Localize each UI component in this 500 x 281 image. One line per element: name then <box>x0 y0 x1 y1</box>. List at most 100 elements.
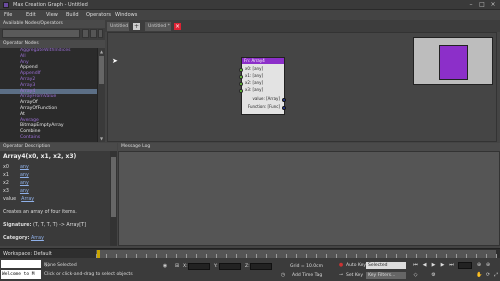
minimize-icon[interactable]: – <box>466 1 476 9</box>
maximize-viewport-icon[interactable]: ⤢ <box>493 272 499 278</box>
operator-list-item[interactable]: Contains <box>0 135 97 141</box>
minimap-viewport[interactable] <box>439 45 468 80</box>
time-slider[interactable] <box>97 250 100 258</box>
param-type-link[interactable]: any <box>20 181 29 186</box>
output-port-icon[interactable] <box>282 105 286 110</box>
prompt-line: Click or click-and-drag to select object… <box>44 272 133 277</box>
time-tag-icon[interactable]: ◷ <box>280 272 286 278</box>
graph-canvas[interactable]: ➤ Fn: Array4 x0: [any] x1: [any] x2: [an… <box>107 32 497 142</box>
param-name: x0 <box>3 165 9 170</box>
graph-minimap[interactable] <box>413 37 493 85</box>
isolate-icon[interactable]: ◉ <box>162 263 168 269</box>
param-type-link[interactable]: any <box>20 173 29 178</box>
signature-value: (T, T, T, T) -> Array[T] <box>32 223 86 228</box>
input-port-icon[interactable] <box>239 88 243 93</box>
nodes-panel-header: Available Nodes/Operators <box>0 20 105 28</box>
node-input-x2[interactable]: x2: [any] <box>239 80 284 86</box>
param-type-link[interactable]: any <box>20 165 29 170</box>
pan-icon[interactable]: ✋ <box>476 272 482 278</box>
next-frame-icon[interactable]: ▶ <box>439 262 446 269</box>
maximize-icon[interactable]: □ <box>477 1 487 9</box>
menu-windows[interactable]: Windows <box>115 12 137 18</box>
menu-view[interactable]: View <box>46 12 58 18</box>
menu-edit[interactable]: Edit <box>26 12 36 18</box>
description-summary: Creates an array of four items. <box>3 210 77 215</box>
zoom-icon[interactable]: ⊕ <box>476 262 482 268</box>
menu-file[interactable]: File <box>4 12 12 18</box>
key-mode-select[interactable]: Selected <box>366 262 406 269</box>
operator-list: AggregateWithIndices All Any Append AppendIf… <box>0 48 97 142</box>
tab-untitled[interactable]: Untitled <box>107 22 129 31</box>
output-label: value: [Array] <box>252 96 280 101</box>
input-port-icon[interactable] <box>239 74 243 79</box>
description-header: Operator Description <box>0 143 117 151</box>
close-tab-icon[interactable]: × <box>174 23 181 30</box>
scroll-up-icon[interactable]: ▲ <box>99 49 104 54</box>
go-to-start-icon[interactable]: ⏮ <box>412 262 419 269</box>
message-log-panel: Message Log <box>118 143 500 246</box>
node-input-x1[interactable]: x1: [any] <box>239 73 284 79</box>
workspace-selector[interactable]: Workspace: Default <box>3 251 52 257</box>
key-filters-button[interactable]: Key Filters... <box>366 272 406 279</box>
description-signature-line: Signature: (T, T, T, T) -> Array[T] <box>3 223 107 231</box>
param-type-link[interactable]: Array <box>21 197 34 202</box>
node-input-x0[interactable]: x0: [any] <box>239 66 284 72</box>
orbit-icon[interactable]: ⟳ <box>485 272 491 278</box>
z-coordinate-field[interactable] <box>250 263 272 270</box>
app-icon <box>3 2 9 8</box>
play-icon[interactable]: ▶ <box>430 262 437 269</box>
array4-node[interactable]: Fn: Array4 x0: [any] x1: [any] x2: [any]… <box>239 57 286 115</box>
set-key-button[interactable]: Set Key <box>346 273 363 278</box>
maxscript-listener-output[interactable] <box>1 260 41 268</box>
window-title: Max Creation Graph - Untitled <box>13 2 88 8</box>
y-coordinate-field[interactable] <box>219 263 241 270</box>
message-log-body[interactable] <box>118 151 500 246</box>
go-to-end-icon[interactable]: ⏭ <box>448 262 455 269</box>
key-mode-toggle-icon[interactable]: ◇ <box>412 272 419 279</box>
timeline-track[interactable] <box>96 250 497 258</box>
input-port-icon[interactable] <box>239 67 243 72</box>
grid-status: Grid = 10.0cm <box>290 264 323 269</box>
close-icon[interactable]: × <box>488 1 498 9</box>
menu-operators[interactable]: Operators <box>86 12 111 18</box>
message-log-header: Message Log <box>118 143 500 151</box>
scroll-thumb[interactable] <box>99 56 104 84</box>
options-icon[interactable] <box>98 29 103 38</box>
category-link[interactable]: Array <box>31 236 44 241</box>
new-tab-icon[interactable]: + <box>133 23 140 30</box>
set-key-icon[interactable]: ⊸ <box>338 272 344 278</box>
expand-icon[interactable] <box>82 29 89 38</box>
node-input-x3[interactable]: x3: [any] <box>239 87 284 93</box>
input-port-icon[interactable] <box>239 81 243 86</box>
previous-frame-icon[interactable]: ◀ <box>421 262 428 269</box>
tab-untitled-modified[interactable]: Untitled * <box>145 22 171 31</box>
maxscript-mini-listener[interactable]: Welcome to M <box>1 270 41 279</box>
operator-description-panel: Operator Description Array4(x0, x1, x2, … <box>0 143 117 246</box>
node-output-function[interactable]: Function: [Func] <box>242 104 286 110</box>
collapse-icon[interactable] <box>90 29 97 38</box>
auto-key-button[interactable]: Auto Key <box>346 263 366 268</box>
add-time-tag-button[interactable]: Add Time Tag <box>292 273 322 278</box>
operator-nodes-header[interactable]: Operator Nodes <box>0 40 105 48</box>
param-type-link[interactable]: any <box>20 189 29 194</box>
category-label: Category: <box>3 236 30 241</box>
param-name: x1 <box>3 173 9 178</box>
output-port-icon[interactable] <box>282 97 286 102</box>
menu-build[interactable]: Build <box>66 12 79 18</box>
param-name: value <box>3 197 17 202</box>
description-body: Array4(x0, x1, x2, x3) x0 any x1 any x2 … <box>0 151 110 246</box>
scroll-thumb[interactable] <box>111 157 116 217</box>
param-line: x0 any <box>3 165 107 173</box>
time-config-icon[interactable]: ⚙ <box>430 272 437 279</box>
auto-key-icon[interactable]: ● <box>338 262 344 268</box>
zoom-all-icon[interactable]: ⊕ <box>485 262 491 268</box>
current-frame-field[interactable] <box>458 262 472 269</box>
operator-list-scrollbar[interactable]: ▲ ▼ <box>97 48 105 142</box>
description-scrollbar[interactable] <box>110 151 117 246</box>
node-output-value[interactable]: value: [Array] <box>242 96 286 102</box>
x-coordinate-field[interactable] <box>188 263 210 270</box>
search-input[interactable] <box>2 29 80 38</box>
scroll-down-icon[interactable]: ▼ <box>99 136 104 141</box>
absolute-mode-icon[interactable]: ⊞ <box>174 263 180 269</box>
input-label: x3: [any] <box>245 87 264 92</box>
